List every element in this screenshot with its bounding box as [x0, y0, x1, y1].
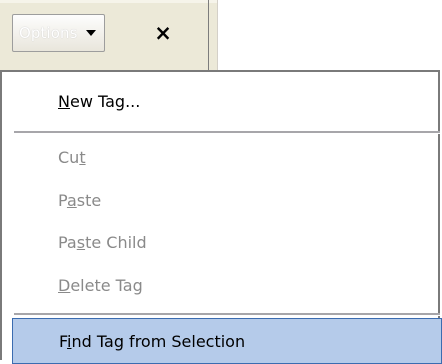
- menu-item-label: Paste: [58, 190, 102, 210]
- content-pane: [217, 0, 442, 70]
- toolbar-divider: [208, 0, 209, 70]
- menu-item-new-tag[interactable]: New Tag...: [2, 78, 438, 124]
- options-label: Options: [19, 24, 78, 42]
- close-icon: ×: [154, 21, 172, 45]
- menu-item-label: Delete Tag: [58, 275, 143, 295]
- menu-item-paste[interactable]: Paste: [2, 177, 438, 223]
- options-menu: New Tag... Cut Paste Paste Child Delete …: [0, 70, 442, 364]
- menu-item-label: New Tag...: [58, 91, 141, 111]
- menu-item-cut[interactable]: Cut: [2, 134, 438, 180]
- caret-down-icon: [86, 30, 96, 36]
- options-dropdown-button[interactable]: Options: [12, 14, 105, 52]
- menu-separator: [14, 313, 440, 316]
- menu-item-label: Paste Child: [58, 232, 147, 252]
- menu-item-paste-child[interactable]: Paste Child: [2, 219, 438, 265]
- mnemonic-underline: s: [76, 232, 86, 252]
- menu-item-find-tag-from-selection[interactable]: Find Tag from Selection: [12, 318, 442, 364]
- menu-item-delete-tag[interactable]: Delete Tag: [2, 262, 438, 308]
- mnemonic-underline: N: [58, 91, 70, 111]
- mnemonic-underline: D: [58, 275, 71, 295]
- mnemonic-underline: a: [66, 190, 77, 210]
- close-button[interactable]: ×: [146, 16, 180, 50]
- menu-item-label: Cut: [58, 147, 86, 167]
- mnemonic-underline: t: [79, 147, 86, 167]
- menu-item-label: Find Tag from Selection: [59, 331, 246, 351]
